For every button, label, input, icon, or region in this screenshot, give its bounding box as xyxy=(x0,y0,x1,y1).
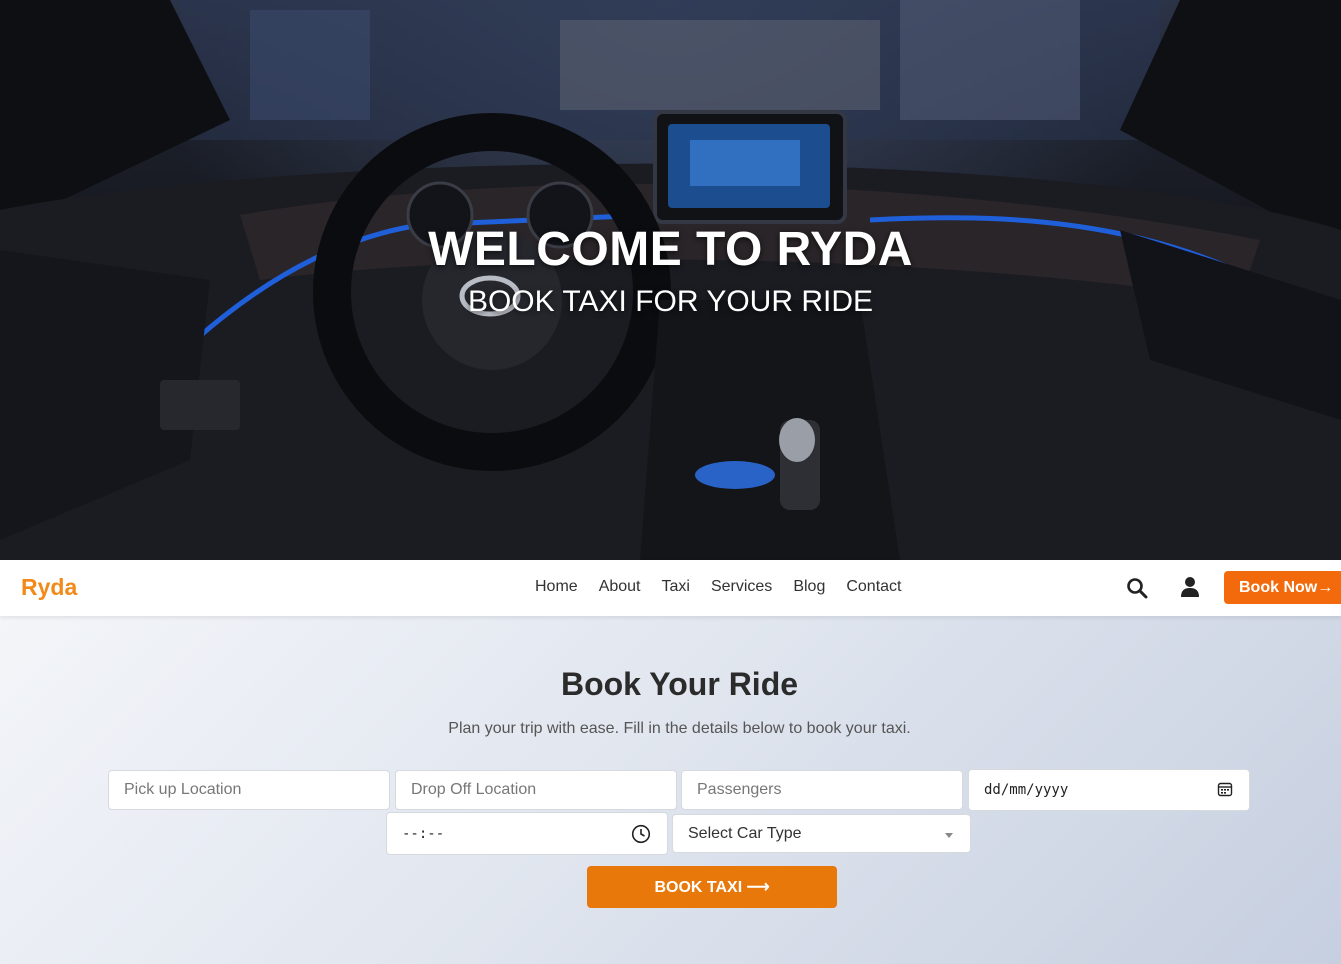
calendar-icon[interactable] xyxy=(1217,781,1233,797)
user-icon[interactable] xyxy=(1180,576,1200,598)
navbar: Ryda Home About Taxi Services Blog Conta… xyxy=(0,560,1341,616)
booking-section: Book Your Ride Plan your trip with ease.… xyxy=(0,616,1341,964)
dropoff-field[interactable] xyxy=(395,770,677,810)
nav-about[interactable]: About xyxy=(599,578,641,596)
car-type-value: Select Car Type xyxy=(688,824,802,842)
hero-subtitle: BOOK TAXI FOR YOUR RIDE xyxy=(467,285,874,318)
book-now-button[interactable]: Book Now→ xyxy=(1224,571,1341,604)
date-field[interactable]: dd/mm/yyyy xyxy=(968,769,1250,811)
date-value: dd/mm/yyyy xyxy=(984,782,1069,798)
booking-title: Book Your Ride xyxy=(560,666,799,702)
nav-taxi[interactable]: Taxi xyxy=(662,578,690,596)
book-taxi-button[interactable]: BOOK TAXI ⟶ xyxy=(587,866,837,908)
passengers-field[interactable] xyxy=(681,770,963,810)
time-field[interactable]: --:-- xyxy=(386,812,668,855)
nav-blog[interactable]: Blog xyxy=(793,578,825,596)
passengers-input[interactable] xyxy=(697,781,947,799)
car-interior-image xyxy=(0,0,1341,560)
nav-links: Home About Taxi Services Blog Contact xyxy=(535,578,922,596)
dropoff-input[interactable] xyxy=(411,781,661,799)
hero-title: WELCOME TO RYDA xyxy=(428,223,913,276)
nav-home[interactable]: Home xyxy=(535,578,578,596)
search-icon[interactable] xyxy=(1126,577,1148,599)
logo[interactable]: Ryda xyxy=(21,574,77,601)
time-value: --:-- xyxy=(402,825,445,842)
car-type-select[interactable]: Select Car Type xyxy=(672,814,971,853)
nav-contact[interactable]: Contact xyxy=(846,578,901,596)
pickup-input[interactable] xyxy=(124,781,374,799)
pickup-field[interactable] xyxy=(108,770,390,810)
booking-subtitle: Plan your trip with ease. Fill in the de… xyxy=(448,720,911,737)
hero-banner: WELCOME TO RYDA BOOK TAXI FOR YOUR RIDE xyxy=(0,0,1341,560)
clock-icon[interactable] xyxy=(631,824,651,844)
chevron-down-icon xyxy=(945,833,953,838)
nav-services[interactable]: Services xyxy=(711,578,772,596)
